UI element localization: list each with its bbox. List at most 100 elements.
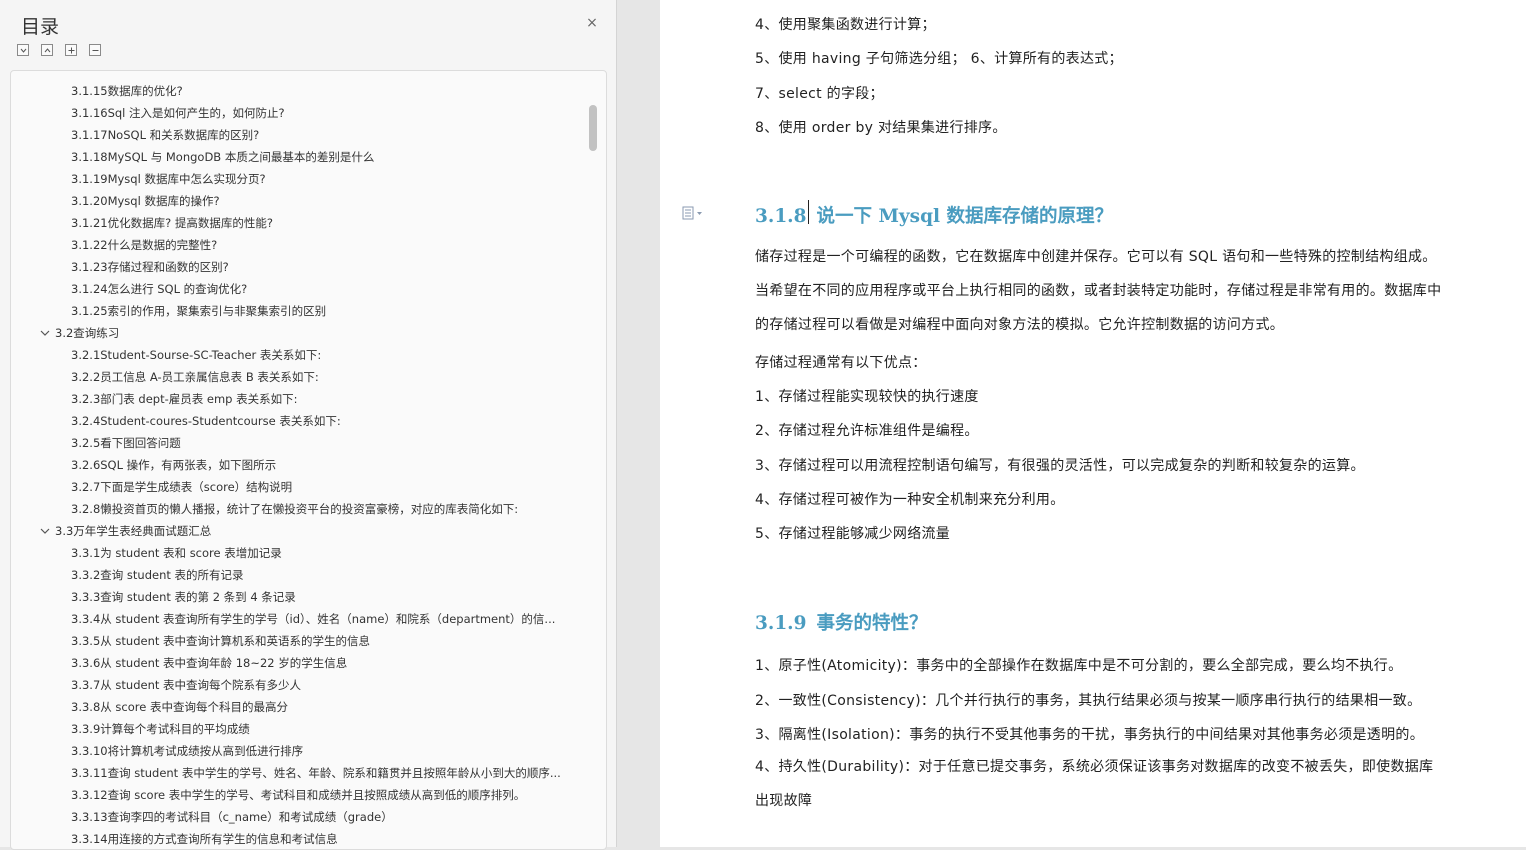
list-item: 3、隔离性(Isolation)：事务的执行不受其他事务的干扰，事务执行的中间结… bbox=[755, 727, 1425, 743]
toc-item-label: 3.3.6从 student 表中查询年龄 18~22 岁的学生信息 bbox=[71, 656, 348, 670]
toc-item[interactable]: 3.3.12查询 score 表中学生的学号、考试科目和成绩并且按照成绩从高到低… bbox=[11, 784, 591, 806]
toc-item-label: 3.1.19Mysql 数据库中怎么实现分页? bbox=[71, 172, 266, 186]
toc-item-label: 3.1.22什么是数据的完整性? bbox=[71, 238, 218, 252]
toc-item[interactable]: 3.3.3查询 student 表的第 2 条到 4 条记录 bbox=[11, 586, 591, 608]
doc-line: 存储过程通常有以下优点： bbox=[755, 355, 927, 371]
toc-item-label: 3.3.7从 student 表中查询每个院系有多少人 bbox=[71, 678, 302, 692]
toc-item-label: 3.3.9计算每个考试科目的平均成绩 bbox=[71, 722, 250, 736]
toc-item-label: 3.3.12查询 score 表中学生的学号、考试科目和成绩并且按照成绩从高到低… bbox=[71, 788, 526, 802]
toc-item[interactable]: 3.1.17NoSQL 和关系数据库的区别? bbox=[11, 124, 591, 146]
toc-item-label: 3.3.2查询 student 表的所有记录 bbox=[71, 568, 244, 582]
list-item: 1、存储过程能实现较快的执行速度 bbox=[755, 389, 979, 405]
toc-item-label: 3.2.7下面是学生成绩表（score）结构说明 bbox=[71, 480, 293, 494]
toc-item-label: 3.3.4从 student 表查询所有学生的学号（id）、姓名（name）和院… bbox=[71, 612, 556, 626]
doc-line: 4、使用聚集函数进行计算； bbox=[755, 17, 936, 33]
minus-icon[interactable] bbox=[89, 44, 101, 56]
doc-line: 8、使用 order by 对结果集进行排序。 bbox=[755, 120, 1007, 136]
heading-title: 事务的特性？ bbox=[816, 613, 928, 634]
toc-item[interactable]: 3.1.23存储过程和函数的区别? bbox=[11, 256, 591, 278]
paragraph-settings-icon[interactable] bbox=[682, 205, 710, 220]
toc-item-label: 3.1.15数据库的优化? bbox=[71, 84, 183, 98]
toc-item[interactable]: 3.3.6从 student 表中查询年龄 18~22 岁的学生信息 bbox=[11, 652, 591, 674]
toc-item[interactable]: 3.1.22什么是数据的完整性? bbox=[11, 234, 591, 256]
toc-item-label: 3.1.18MySQL 与 MongoDB 本质之间最基本的差别是什么 bbox=[71, 150, 375, 164]
toc-list: 3.1.15数据库的优化? 3.1.16Sql 注入是如何产生的，如何防止? 3.1… bbox=[10, 70, 607, 850]
toc-item[interactable]: 3.2.4Student-coures-Studentcourse 表关系如下: bbox=[11, 410, 591, 432]
doc-paragraph: 储存过程是一个可编程的函数，它在数据库中创建并保存。它可以有 SQL 语句和一些… bbox=[755, 249, 1442, 333]
toc-item[interactable]: 3.2.5看下图回答问题 bbox=[11, 432, 591, 454]
list-item: 2、存储过程允许标准组件是编程。 bbox=[755, 423, 979, 439]
heading-title: 说一下 Mysql 数据库存储的原理？ bbox=[816, 206, 1114, 227]
toc-item[interactable]: 3.2.6SQL 操作，有两张表，如下图所示 bbox=[11, 454, 591, 476]
close-icon[interactable]: × bbox=[584, 15, 600, 31]
toc-item[interactable]: 3.1.20Mysql 数据库的操作? bbox=[11, 190, 591, 212]
plus-icon[interactable] bbox=[65, 44, 77, 56]
toc-item-label: 3.3.3查询 student 表的第 2 条到 4 条记录 bbox=[71, 590, 296, 604]
toc-panel: 目录 × 3.1.15数据库的优化? 3.1.16Sql 注入是如何产生的，如何防… bbox=[0, 0, 617, 850]
toc-item-label: 3.3.13查询李四的考试科目（c_name）和考试成绩（grade） bbox=[71, 810, 393, 824]
toc-item-label: 3.1.25索引的作用，聚集索引与非聚集索引的区别 bbox=[71, 304, 327, 318]
toc-item-label: 3.3.5从 student 表中查询计算机系和英语系的学生的信息 bbox=[71, 634, 371, 648]
toc-item[interactable]: 3.3.1为 student 表和 score 表增加记录 bbox=[11, 542, 591, 564]
toc-item[interactable]: 3.1.18MySQL 与 MongoDB 本质之间最基本的差别是什么 bbox=[11, 146, 591, 168]
toc-item[interactable]: 3.2.3部门表 dept-雇员表 emp 表关系如下: bbox=[11, 388, 591, 410]
doc-line: 7、select 的字段； bbox=[755, 86, 884, 102]
document-page: 4、使用聚集函数进行计算； 5、使用 having 子句筛选分组； 6、计算所有… bbox=[660, 0, 1526, 847]
toc-item-label: 3.2查询练习 bbox=[55, 326, 120, 340]
doc-line: 5、使用 having 子句筛选分组； 6、计算所有的表达式； bbox=[755, 51, 1123, 67]
toc-item-label: 3.3.10将计算机考试成绩按从高到低进行排序 bbox=[71, 744, 304, 758]
list-item: 5、存储过程能够减少网络流量 bbox=[755, 526, 951, 542]
toc-item-label: 3.1.21优化数据库? 提高数据库的性能? bbox=[71, 216, 273, 230]
toc-item[interactable]: 3.2.7下面是学生成绩表（score）结构说明 bbox=[11, 476, 591, 498]
toc-item[interactable]: 3.3.8从 score 表中查询每个科目的最高分 bbox=[11, 696, 591, 718]
toc-item-label: 3.1.20Mysql 数据库的操作? bbox=[71, 194, 220, 208]
toc-item[interactable]: 3.3.5从 student 表中查询计算机系和英语系的学生的信息 bbox=[11, 630, 591, 652]
toc-section[interactable]: 3.3万年学生表经典面试题汇总 bbox=[11, 520, 591, 542]
heading-number: 3.1.8 bbox=[755, 206, 807, 227]
toc-item[interactable]: 3.3.2查询 student 表的所有记录 bbox=[11, 564, 591, 586]
list-item: 2、一致性(Consistency)：几个并行执行的事务，其执行结果必须与按某一… bbox=[755, 693, 1422, 709]
toc-item[interactable]: 3.1.16Sql 注入是如何产生的，如何防止? bbox=[11, 102, 591, 124]
toc-item-label: 3.1.24怎么进行 SQL 的查询优化? bbox=[71, 282, 248, 296]
toc-item[interactable]: 3.2.1Student-Sourse-SC-Teacher 表关系如下: bbox=[11, 344, 591, 366]
toc-item-label: 3.1.23存储过程和函数的区别? bbox=[71, 260, 229, 274]
toc-item-label: 3.2.6SQL 操作，有两张表，如下图所示 bbox=[71, 458, 277, 472]
toc-item-label: 3.3.1为 student 表和 score 表增加记录 bbox=[71, 546, 282, 560]
toc-item[interactable]: 3.2.2员工信息 A-员工亲属信息表 B 表关系如下: bbox=[11, 366, 591, 388]
toc-item[interactable]: 3.3.4从 student 表查询所有学生的学号（id）、姓名（name）和院… bbox=[11, 608, 591, 630]
toc-item-label: 3.2.2员工信息 A-员工亲属信息表 B 表关系如下: bbox=[71, 370, 319, 384]
toc-item[interactable]: 3.3.9计算每个考试科目的平均成绩 bbox=[11, 718, 591, 740]
expand-level-icon[interactable] bbox=[41, 44, 53, 56]
toc-item-label: 3.1.17NoSQL 和关系数据库的区别? bbox=[71, 128, 260, 142]
collapse-all-icon[interactable] bbox=[17, 44, 29, 56]
text-cursor bbox=[808, 200, 809, 224]
toc-item-label: 3.2.3部门表 dept-雇员表 emp 表关系如下: bbox=[71, 392, 298, 406]
toc-item[interactable]: 3.1.24怎么进行 SQL 的查询优化? bbox=[11, 278, 591, 300]
toc-title: 目录 bbox=[21, 16, 60, 38]
toc-item-label: 3.2.5看下图回答问题 bbox=[71, 436, 181, 450]
toc-item-label: 3.1.16Sql 注入是如何产生的，如何防止? bbox=[71, 106, 285, 120]
list-item: 4、存储过程可被作为一种安全机制来充分利用。 bbox=[755, 492, 1065, 508]
toc-section[interactable]: 3.2查询练习 bbox=[11, 322, 591, 344]
chevron-down-icon[interactable] bbox=[39, 520, 51, 542]
toc-item-label: 3.2.1Student-Sourse-SC-Teacher 表关系如下: bbox=[71, 348, 322, 362]
toc-item-label: 3.3.8从 score 表中查询每个科目的最高分 bbox=[71, 700, 288, 714]
heading-number: 3.1.9 bbox=[755, 613, 807, 634]
toc-item-label: 3.2.8懒投资首页的懒人播报，统计了在懒投资平台的投资富豪榜，对应的库表简化如… bbox=[71, 502, 519, 516]
toc-item-label: 3.3.14用连接的方式查询所有学生的信息和考试信息 bbox=[71, 832, 338, 846]
list-item: 3、存储过程可以用流程控制语句编写，有很强的灵活性，可以完成复杂的判断和较复杂的… bbox=[755, 458, 1365, 474]
toc-item-label: 3.3.11查询 student 表中学生的学号、姓名、年龄、院系和籍贯并且按照… bbox=[71, 766, 561, 780]
toc-item[interactable]: 3.1.15数据库的优化? bbox=[11, 80, 591, 102]
toc-item[interactable]: 3.1.19Mysql 数据库中怎么实现分页? bbox=[11, 168, 591, 190]
toc-scrollbar[interactable] bbox=[589, 105, 597, 151]
toc-item[interactable]: 3.2.8懒投资首页的懒人播报，统计了在懒投资平台的投资富豪榜，对应的库表简化如… bbox=[11, 498, 591, 520]
toc-item[interactable]: 3.3.11查询 student 表中学生的学号、姓名、年龄、院系和籍贯并且按照… bbox=[11, 762, 591, 784]
toc-item[interactable]: 3.1.21优化数据库? 提高数据库的性能? bbox=[11, 212, 591, 234]
toc-item[interactable]: 3.3.10将计算机考试成绩按从高到低进行排序 bbox=[11, 740, 591, 762]
chevron-down-icon[interactable] bbox=[39, 322, 51, 344]
toc-item[interactable]: 3.3.13查询李四的考试科目（c_name）和考试成绩（grade） bbox=[11, 806, 591, 828]
list-item: 4、持久性(Durability)：对于任意已提交事务，系统必须保证该事务对数据… bbox=[755, 759, 1434, 809]
toc-item[interactable]: 3.3.7从 student 表中查询每个院系有多少人 bbox=[11, 674, 591, 696]
toc-item[interactable]: 3.1.25索引的作用，聚集索引与非聚集索引的区别 bbox=[11, 300, 591, 322]
list-item: 1、原子性(Atomicity)：事务中的全部操作在数据库中是不可分割的，要么全… bbox=[755, 658, 1403, 674]
